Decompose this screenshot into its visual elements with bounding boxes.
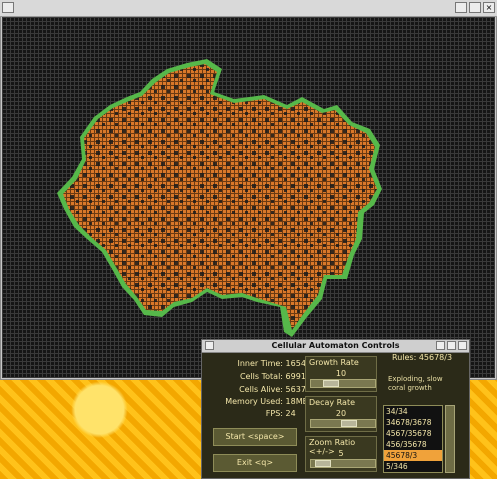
close-button[interactable]: × [483, 2, 495, 13]
stat-fps: FPS: 24 [265, 409, 296, 418]
rules-list-item[interactable]: 4567/35678 [384, 428, 442, 439]
zoom-ratio-group: Zoom Ratio <+/-> 5 [305, 436, 377, 472]
decay-rate-slider[interactable] [310, 419, 376, 428]
start-button[interactable]: Start <space> [213, 428, 297, 446]
rules-list[interactable]: 34/34 34678/3678 4567/35678 456/35678 45… [383, 405, 443, 473]
exit-button[interactable]: Exit <q> [213, 454, 297, 472]
maximize-button[interactable] [469, 2, 481, 13]
rules-list-item[interactable]: 34678/3678 [384, 417, 442, 428]
rules-list-item[interactable]: 34/34 [384, 406, 442, 417]
panel-maximize-button[interactable] [447, 341, 456, 350]
cell-colony [57, 59, 382, 337]
panel-close-button[interactable] [458, 341, 467, 350]
growth-rate-label: Growth Rate [309, 358, 359, 367]
stat-inner-time: Inner Time: 1654 [237, 359, 306, 368]
zoom-ratio-value: 5 [338, 449, 344, 458]
decay-rate-group: Decay Rate 20 [305, 396, 377, 432]
rules-list-item[interactable]: 456/35678 [384, 439, 442, 450]
growth-rate-group: Growth Rate 10 [305, 356, 377, 392]
zoom-ratio-slider[interactable] [310, 459, 376, 468]
panel-menu-button[interactable] [205, 341, 214, 350]
decay-rate-knob[interactable] [341, 420, 357, 427]
rules-list-item-selected[interactable]: 45678/3 [384, 450, 442, 461]
growth-rate-slider[interactable] [310, 379, 376, 388]
stat-memory-used: Memory Used: 18MB [225, 397, 309, 406]
automaton-window: × [0, 0, 497, 380]
decay-rate-value: 20 [335, 409, 347, 418]
growth-rate-knob[interactable] [323, 380, 339, 387]
stat-cells-alive: Cells Alive: 5637 [239, 385, 306, 394]
rules-list-scrollbar[interactable] [445, 405, 455, 473]
panel-titlebar[interactable]: Cellular Automaton Controls [202, 340, 469, 353]
rules-description: Exploding, slow coral growth [388, 375, 443, 392]
automaton-canvas[interactable] [2, 17, 495, 378]
growth-rate-value: 10 [335, 369, 347, 378]
window-titlebar[interactable]: × [0, 0, 497, 17]
zoom-ratio-knob[interactable] [315, 460, 331, 467]
panel-title: Cellular Automaton Controls [271, 341, 400, 350]
window-menu-button[interactable] [2, 2, 14, 13]
minimize-button[interactable] [455, 2, 467, 13]
decay-rate-label: Decay Rate [309, 398, 356, 407]
panel-minimize-button[interactable] [436, 341, 445, 350]
rules-title: Rules: 45678/3 [392, 353, 453, 362]
stat-cells-total: Cells Total: 6991 [239, 372, 306, 381]
rules-list-item[interactable]: 5/346 [384, 461, 442, 472]
